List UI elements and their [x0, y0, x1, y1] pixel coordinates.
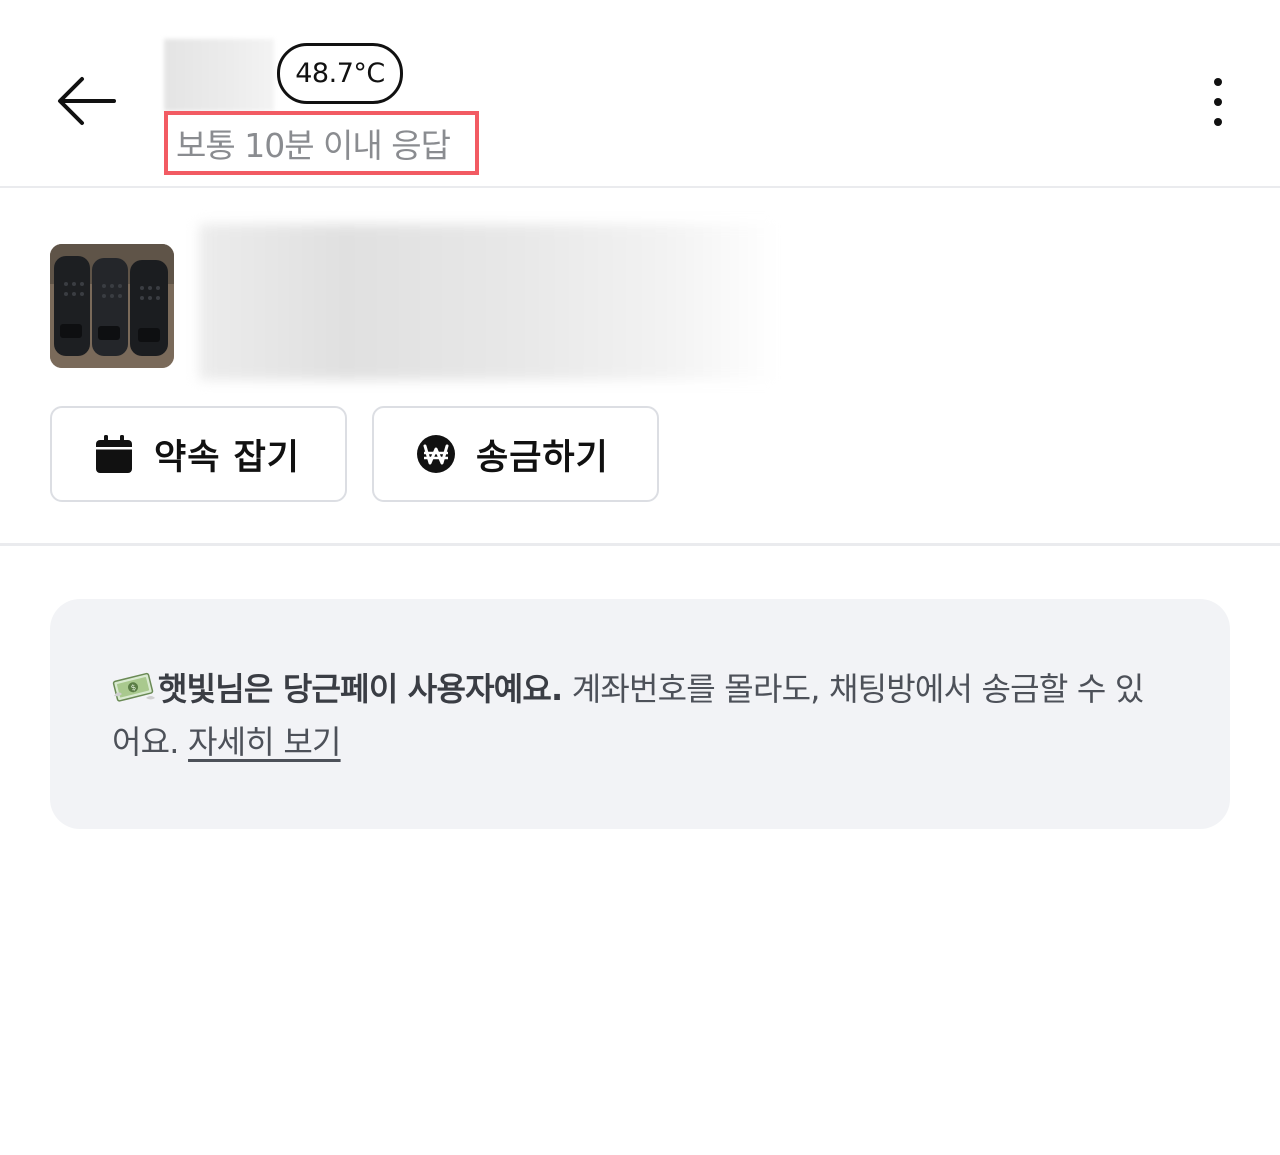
money-bills-icon: $	[112, 667, 156, 702]
pay-info-text: $ 햇빛님은 당근페이 사용자예요. 계좌번호를 몰라도, 채팅방에서 송금할 …	[112, 663, 1172, 769]
back-button[interactable]	[52, 70, 122, 132]
response-time-highlight: 보통 10분 이내 응답	[164, 111, 479, 175]
response-time-text: 보통 10분 이내 응답	[176, 126, 451, 165]
more-options-button[interactable]	[1198, 72, 1238, 132]
product-info-blurred[interactable]	[199, 224, 779, 380]
pay-user-bold-text: 햇빛님은 당근페이 사용자예요.	[158, 670, 563, 708]
calendar-icon	[94, 434, 134, 474]
product-image	[50, 244, 174, 368]
won-coin-icon	[416, 434, 456, 474]
chat-header: 48.7°C 보통 10분 이내 응답	[0, 0, 1280, 188]
product-section: 약속 잡기 송금하기	[0, 190, 1280, 546]
product-thumbnail[interactable]	[50, 244, 174, 368]
pay-info-card: $ 햇빛님은 당근페이 사용자예요. 계좌번호를 몰라도, 채팅방에서 송금할 …	[50, 599, 1230, 829]
learn-more-link[interactable]: 자세히 보기	[188, 723, 341, 761]
make-appointment-label: 약속 잡기	[154, 437, 300, 478]
send-money-label: 송금하기	[476, 437, 609, 478]
more-vertical-icon	[1214, 78, 1222, 86]
make-appointment-button[interactable]: 약속 잡기	[50, 406, 347, 502]
seller-name-blurred	[164, 39, 274, 111]
send-money-button[interactable]: 송금하기	[372, 406, 659, 502]
arrow-left-icon	[58, 77, 116, 125]
manner-temperature-badge: 48.7°C	[277, 43, 403, 104]
